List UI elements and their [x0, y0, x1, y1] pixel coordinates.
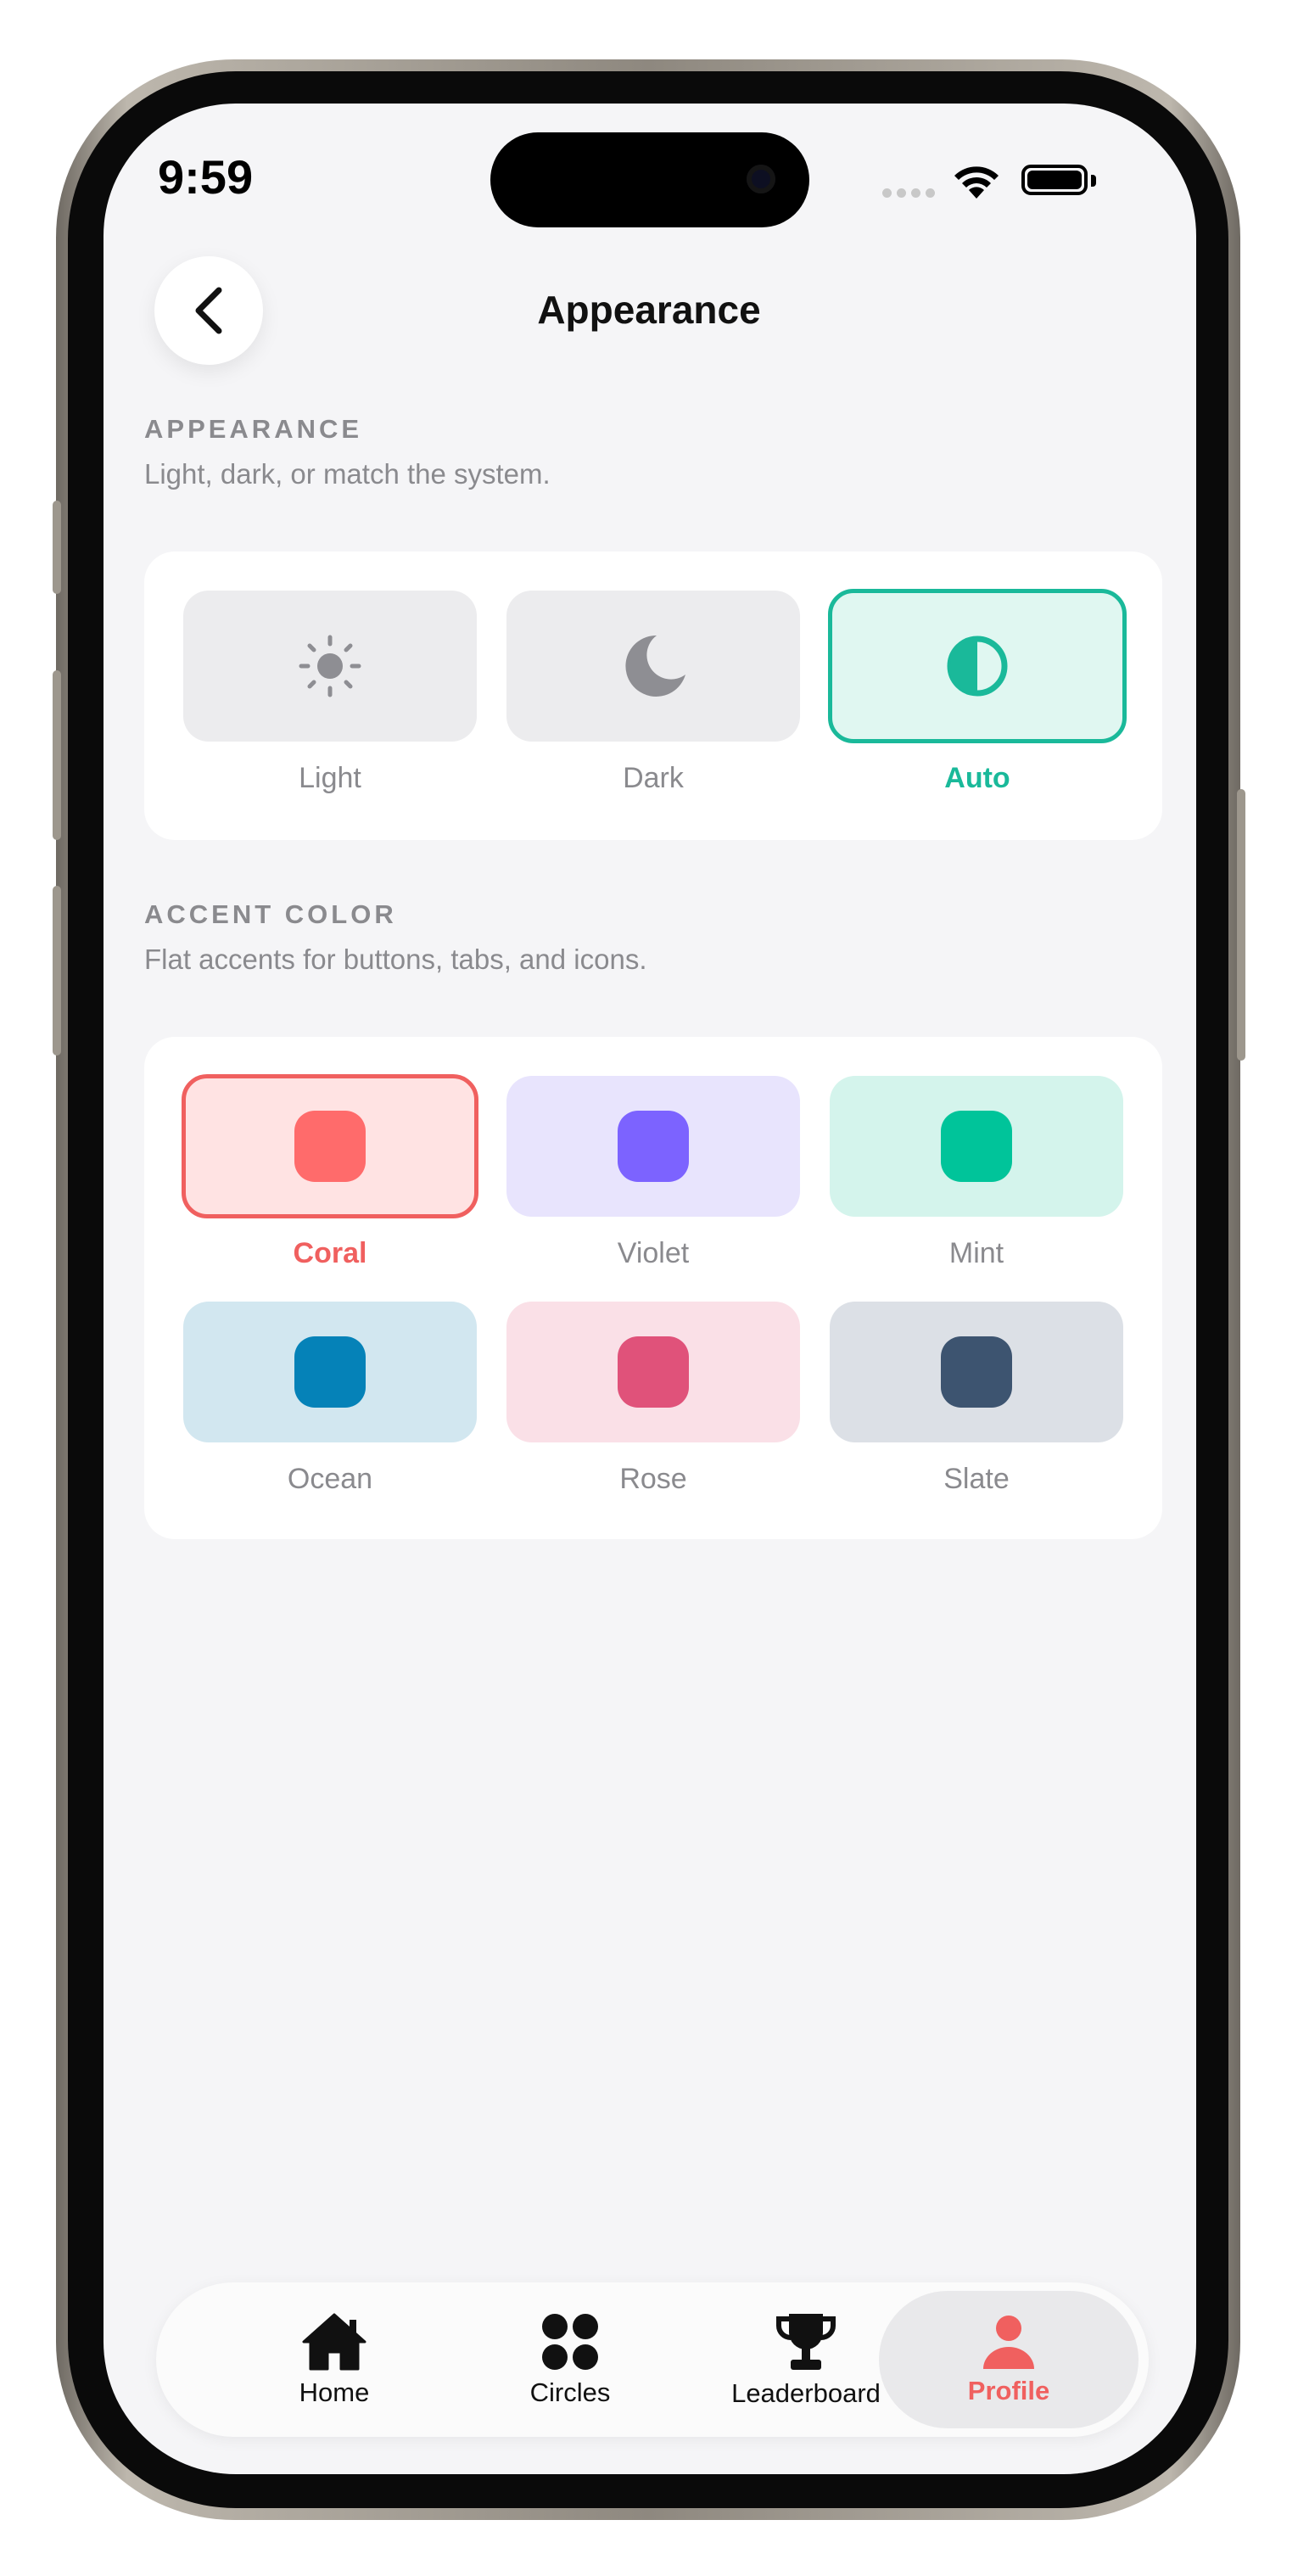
- accent-option-violet[interactable]: [506, 1076, 800, 1217]
- volume-down-button: [53, 886, 61, 1056]
- accent-option-label-selected: Coral: [293, 1237, 367, 1269]
- violet-swatch: [618, 1111, 689, 1182]
- appearance-card: Light Dark Auto: [144, 552, 1162, 840]
- appearance-option-auto[interactable]: [828, 589, 1127, 743]
- accent-option-label: Violet: [617, 1237, 690, 1269]
- accent-section-title: ACCENT COLOR: [144, 899, 397, 929]
- person-icon: [983, 2316, 1034, 2369]
- tab-bar: Home Circles Leaderboard Profile: [156, 2282, 1149, 2437]
- accent-option-mint[interactable]: [830, 1076, 1123, 1217]
- page-title: Appearance: [537, 288, 761, 332]
- front-camera-icon: [747, 165, 775, 193]
- appearance-option-light[interactable]: [183, 591, 477, 742]
- appearance-option-label: Dark: [623, 762, 684, 794]
- power-button: [1237, 789, 1245, 1061]
- battery-cap: [1091, 175, 1096, 187]
- appearance-option-label-selected: Auto: [944, 762, 1010, 794]
- accent-option-slate[interactable]: [830, 1302, 1123, 1442]
- battery-icon: [1021, 165, 1088, 195]
- tab-label-active: Profile: [967, 2376, 1050, 2405]
- tab-home[interactable]: Home: [215, 2282, 453, 2437]
- tab-label: Circles: [529, 2377, 611, 2407]
- tab-circles[interactable]: Circles: [451, 2282, 689, 2437]
- appearance-section-subtitle: Light, dark, or match the system.: [144, 458, 551, 490]
- accent-option-label: Mint: [948, 1237, 1004, 1269]
- sun-icon: [299, 635, 361, 697]
- accent-section-subtitle: Flat accents for buttons, tabs, and icon…: [144, 944, 647, 975]
- tab-profile[interactable]: Profile: [890, 2282, 1127, 2437]
- tab-label: Home: [299, 2377, 370, 2407]
- cellular-signal-icon: [882, 188, 935, 198]
- mute-switch: [53, 501, 61, 594]
- half-circle-icon: [947, 636, 1008, 697]
- slate-swatch: [941, 1336, 1012, 1408]
- four-dots-icon: [542, 2314, 598, 2370]
- mint-swatch: [941, 1111, 1012, 1182]
- appearance-option-dark[interactable]: [506, 591, 800, 742]
- accent-color-card: Coral Violet Mint Ocean Rose Slate: [144, 1037, 1162, 1539]
- volume-up-button: [53, 670, 61, 840]
- accent-option-coral[interactable]: [182, 1074, 478, 1218]
- ocean-swatch: [294, 1336, 366, 1408]
- tab-label: Leaderboard: [731, 2378, 881, 2408]
- appearance-option-label: Light: [299, 762, 361, 794]
- accent-option-ocean[interactable]: [183, 1302, 477, 1442]
- rose-swatch: [618, 1336, 689, 1408]
- status-time: 9:59: [158, 150, 254, 204]
- accent-option-rose[interactable]: [506, 1302, 800, 1442]
- accent-option-label: Rose: [619, 1463, 687, 1495]
- wifi-icon: [954, 166, 999, 199]
- trophy-icon: [776, 2314, 836, 2370]
- appearance-section-title: APPEARANCE: [144, 414, 363, 444]
- accent-option-label: Ocean: [287, 1463, 373, 1495]
- moon-icon: [625, 635, 685, 697]
- accent-option-label: Slate: [943, 1463, 1010, 1495]
- tab-leaderboard[interactable]: Leaderboard: [687, 2282, 925, 2437]
- house-icon: [302, 2313, 366, 2371]
- dynamic-island: [490, 132, 809, 227]
- coral-swatch: [294, 1111, 366, 1182]
